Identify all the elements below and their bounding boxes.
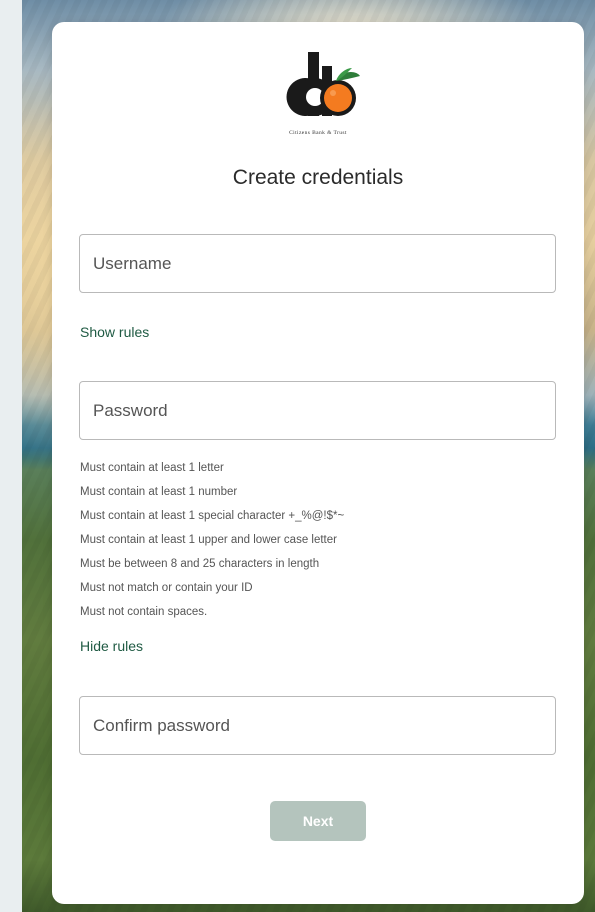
rule-item: Must contain at least 1 upper and lower …: [80, 534, 337, 546]
username-input[interactable]: [80, 235, 555, 292]
hide-rules-link[interactable]: Hide rules: [80, 638, 143, 654]
password-rules-list: Must contain at least 1 letter Must cont…: [80, 460, 344, 628]
confirm-password-field[interactable]: [79, 696, 556, 755]
username-field[interactable]: [79, 234, 556, 293]
rule-item: Must contain at least 1 letter: [80, 462, 224, 474]
login-card: Citizens Bank & Trust Create credentials…: [52, 22, 584, 904]
rule-item: Must be between 8 and 25 characters in l…: [80, 558, 320, 570]
password-input[interactable]: [80, 382, 555, 439]
next-button[interactable]: Next: [270, 801, 366, 841]
page-title: Create credentials: [232, 166, 404, 189]
citizens-bank-logo-icon: [270, 52, 366, 122]
rule-item: Must not contain spaces.: [80, 606, 208, 618]
rule-item: Must not match or contain your ID: [80, 582, 253, 594]
password-field[interactable]: [79, 381, 556, 440]
confirm-password-input[interactable]: [80, 697, 555, 754]
show-rules-link[interactable]: Show rules: [80, 324, 149, 340]
rule-item: Must contain at least 1 special characte…: [80, 510, 345, 522]
rule-item: Must contain at least 1 number: [80, 486, 238, 498]
brand-name: Citizens Bank & Trust: [289, 130, 347, 136]
